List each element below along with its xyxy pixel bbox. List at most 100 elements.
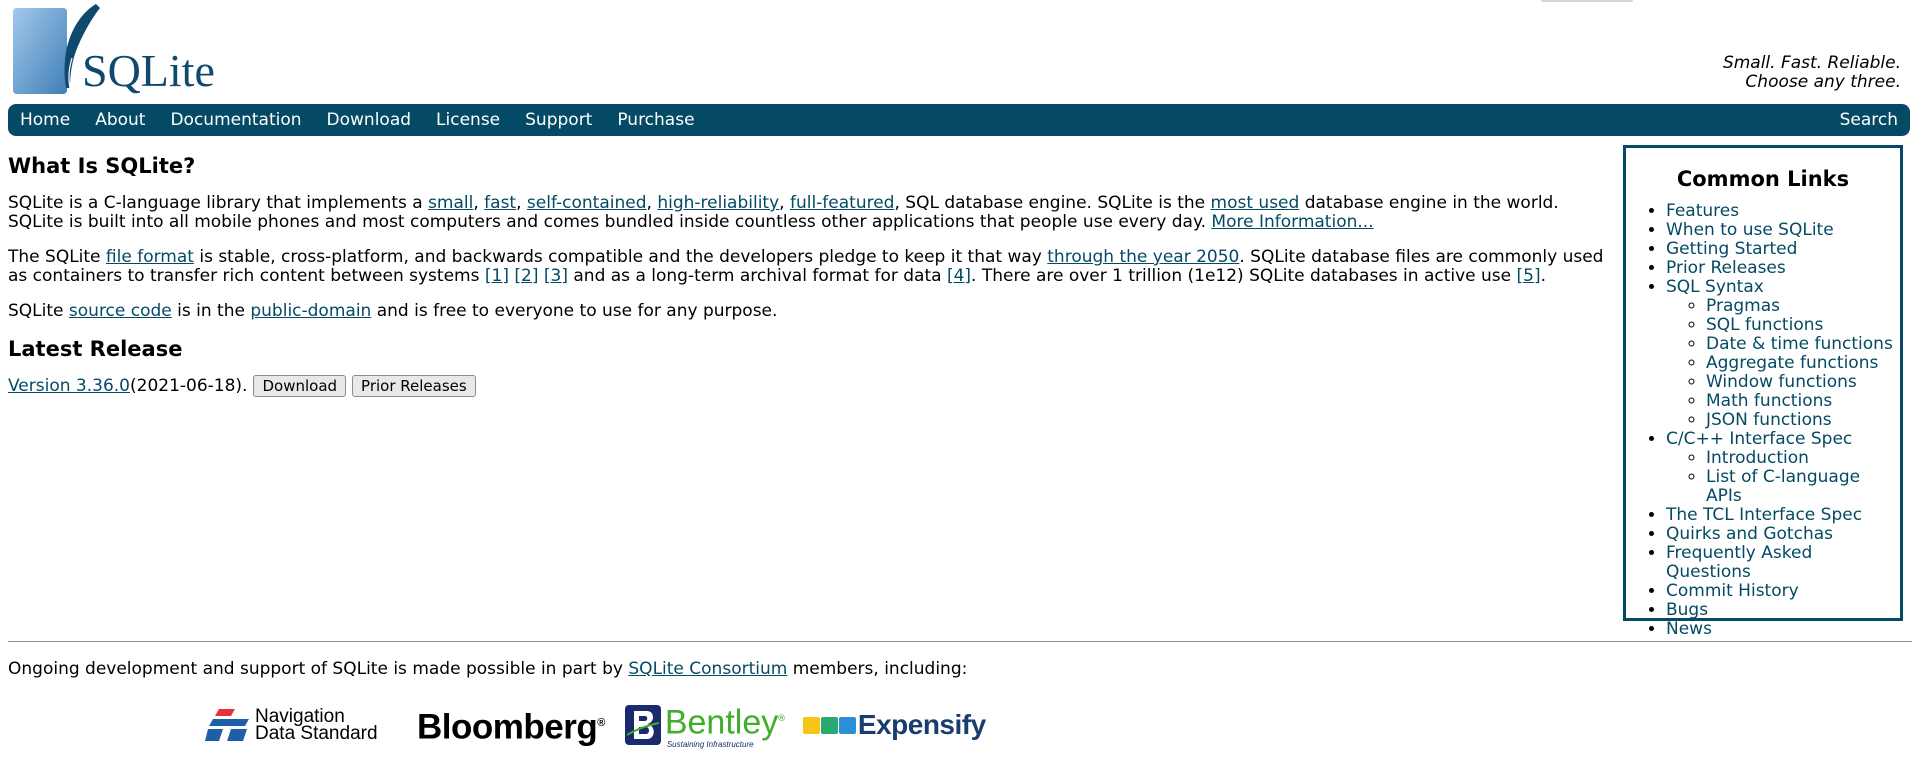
link-ref-2[interactable]: [2] bbox=[514, 266, 538, 286]
page-title: What Is SQLite? bbox=[8, 154, 196, 178]
nds-logo[interactable]: Navigation Data Standard bbox=[205, 703, 390, 747]
link-source-code[interactable]: source code bbox=[69, 301, 172, 321]
sidebar-link-json-functions[interactable]: JSON functions bbox=[1706, 410, 1832, 430]
link-version[interactable]: Version 3.36.0 bbox=[8, 376, 130, 396]
tagline: Small. Fast. Reliable. Choose any three. bbox=[1723, 54, 1901, 92]
list-item: Getting Started bbox=[1666, 240, 1900, 259]
list-item: Date & time functions bbox=[1706, 335, 1900, 354]
sidebar-link-features[interactable]: Features bbox=[1666, 201, 1739, 221]
sidebar-link-when-to-use[interactable]: When to use SQLite bbox=[1666, 220, 1834, 240]
sidebar-link-quirks[interactable]: Quirks and Gotchas bbox=[1666, 524, 1833, 544]
list-item: JSON functions bbox=[1706, 411, 1900, 430]
sidebar-link-c-apis[interactable]: List of C-language APIs bbox=[1706, 467, 1860, 506]
list-item: Bugs bbox=[1666, 601, 1900, 620]
link-ref-1[interactable]: [1] bbox=[485, 266, 509, 286]
list-item: Prior Releases bbox=[1666, 259, 1900, 278]
sidebar-link-commit-history[interactable]: Commit History bbox=[1666, 581, 1799, 601]
link-year-2050[interactable]: through the year 2050 bbox=[1047, 247, 1239, 267]
expensify-logo[interactable]: Expensify bbox=[802, 709, 986, 741]
list-item: Pragmas bbox=[1706, 297, 1900, 316]
link-ref-4[interactable]: [4] bbox=[947, 266, 971, 286]
release-date: (2021-06-18). bbox=[130, 375, 248, 396]
bentley-name: Bentley bbox=[664, 703, 779, 742]
nds-line-2: Data Standard bbox=[255, 723, 378, 744]
release-line: Version 3.36.0 (2021-06-18). Download Pr… bbox=[8, 375, 1608, 397]
sidebar-link-date-time-functions[interactable]: Date & time functions bbox=[1706, 334, 1893, 354]
sidebar-link-aggregate-functions[interactable]: Aggregate functions bbox=[1706, 353, 1878, 373]
link-full-featured[interactable]: full-featured bbox=[790, 193, 895, 213]
c-interface-sublist: Introduction List of C-language APIs bbox=[1666, 449, 1900, 506]
list-item: Features bbox=[1666, 202, 1900, 221]
sidebar-link-bugs[interactable]: Bugs bbox=[1666, 600, 1708, 620]
expensify-icons bbox=[802, 716, 857, 734]
sponsor-logos: Navigation Data Standard Bloomberg® Bent… bbox=[205, 700, 986, 750]
sidebar-link-news[interactable]: News bbox=[1666, 619, 1712, 639]
prior-releases-button[interactable]: Prior Releases bbox=[352, 375, 476, 397]
link-public-domain[interactable]: public-domain bbox=[250, 301, 371, 321]
sidebar-link-tcl-interface[interactable]: The TCL Interface Spec bbox=[1666, 505, 1862, 525]
link-more-information[interactable]: More Information... bbox=[1211, 212, 1373, 232]
bloomberg-logo[interactable]: Bloomberg® bbox=[417, 703, 605, 748]
link-self-contained[interactable]: self-contained bbox=[527, 193, 647, 213]
sidebar-link-prior-releases[interactable]: Prior Releases bbox=[1666, 258, 1786, 278]
link-high-reliability[interactable]: high-reliability bbox=[657, 193, 779, 213]
nav-about[interactable]: About bbox=[95, 110, 145, 130]
download-button[interactable]: Download bbox=[253, 375, 347, 397]
license-paragraph: SQLite source code is in the public-doma… bbox=[8, 301, 778, 321]
bentley-tagline: Sustaining Infrastructure bbox=[666, 739, 754, 749]
intro-paragraph: SQLite is a C-language library that impl… bbox=[8, 193, 1559, 232]
list-item: List of C-language APIs bbox=[1706, 468, 1900, 506]
top-scroll-hint bbox=[1541, 0, 1633, 2]
link-sqlite-consortium[interactable]: SQLite Consortium bbox=[628, 659, 787, 679]
list-item: Commit History bbox=[1666, 582, 1900, 601]
list-item: C/C++ Interface Spec Introduction List o… bbox=[1666, 430, 1900, 506]
sidebar-link-c-interface[interactable]: C/C++ Interface Spec bbox=[1666, 429, 1852, 449]
sidebar-link-sql-syntax[interactable]: SQL Syntax bbox=[1666, 277, 1764, 297]
car-icon bbox=[802, 716, 820, 734]
main-nav-bar: Home About Documentation Download Licens… bbox=[8, 104, 1910, 136]
expensify-name: Expensify bbox=[857, 709, 986, 740]
svg-text:SQLite: SQLite bbox=[82, 45, 215, 96]
sql-syntax-sublist: Pragmas SQL functions Date & time functi… bbox=[1666, 297, 1900, 430]
list-item: SQL functions bbox=[1706, 316, 1900, 335]
file-format-paragraph: The SQLite file format is stable, cross-… bbox=[8, 247, 1604, 286]
link-most-used[interactable]: most used bbox=[1211, 193, 1300, 213]
bentley-b-icon bbox=[624, 704, 661, 745]
sidebar-link-pragmas[interactable]: Pragmas bbox=[1706, 296, 1780, 316]
fork-knife-icon bbox=[820, 716, 838, 734]
sidebar-link-introduction[interactable]: Introduction bbox=[1706, 448, 1809, 468]
nav-documentation[interactable]: Documentation bbox=[170, 110, 301, 130]
bentley-logo[interactable]: Bentley® Sustaining Infrastructure bbox=[624, 701, 785, 749]
sidebar-link-window-functions[interactable]: Window functions bbox=[1706, 372, 1857, 392]
nav-search[interactable]: Search bbox=[1840, 104, 1898, 136]
list-item: When to use SQLite bbox=[1666, 221, 1900, 240]
list-item: Frequently Asked Questions bbox=[1666, 544, 1900, 582]
feather-icon: SQLite bbox=[13, 4, 215, 96]
sponsor-text: Ongoing development and support of SQLit… bbox=[8, 659, 968, 679]
sqlite-logo[interactable]: SQLite bbox=[12, 2, 232, 98]
nav-purchase[interactable]: Purchase bbox=[617, 110, 694, 130]
common-links-title: Common Links bbox=[1676, 167, 1850, 191]
list-item: News bbox=[1666, 620, 1900, 639]
link-file-format[interactable]: file format bbox=[106, 247, 194, 267]
nav-links: Home About Documentation Download Licens… bbox=[20, 104, 720, 136]
nav-license[interactable]: License bbox=[436, 110, 500, 130]
nav-download[interactable]: Download bbox=[327, 110, 412, 130]
tagline-line-1: Small. Fast. Reliable. bbox=[1722, 53, 1901, 73]
sidebar-link-math-functions[interactable]: Math functions bbox=[1706, 391, 1832, 411]
list-item: The TCL Interface Spec bbox=[1666, 506, 1900, 525]
footer-divider bbox=[8, 641, 1912, 642]
nav-home[interactable]: Home bbox=[20, 110, 70, 130]
link-small[interactable]: small bbox=[428, 193, 473, 213]
nav-support[interactable]: Support bbox=[525, 110, 592, 130]
main-content: What Is SQLite? SQLite is a C-language l… bbox=[8, 150, 1608, 397]
list-item: Introduction bbox=[1706, 449, 1900, 468]
link-ref-5[interactable]: [5] bbox=[1517, 266, 1541, 286]
plane-icon bbox=[838, 716, 856, 734]
link-ref-3[interactable]: [3] bbox=[544, 266, 568, 286]
sidebar-link-faq[interactable]: Frequently Asked Questions bbox=[1666, 543, 1812, 582]
sidebar-link-getting-started[interactable]: Getting Started bbox=[1666, 239, 1797, 259]
link-fast[interactable]: fast bbox=[484, 193, 516, 213]
common-links-list: Features When to use SQLite Getting Star… bbox=[1626, 202, 1900, 639]
sidebar-link-sql-functions[interactable]: SQL functions bbox=[1706, 315, 1823, 335]
